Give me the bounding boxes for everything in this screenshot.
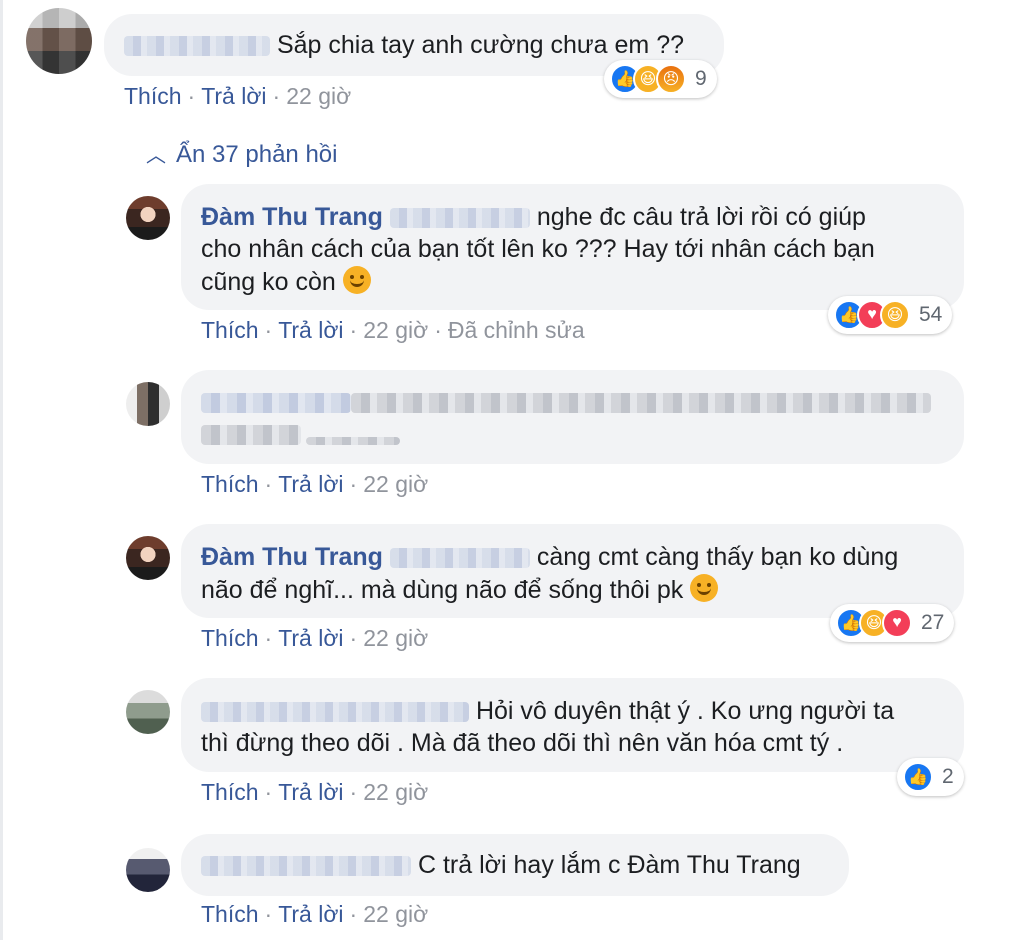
like-link[interactable]: Thích bbox=[201, 471, 259, 497]
comment-actions: Thích · Trả lời · 22 giờ bbox=[201, 779, 429, 805]
comment-line: Đàm Thu Trang càng cmt càng thấy bạn ko … bbox=[201, 542, 898, 573]
like-link[interactable]: Thích bbox=[201, 779, 259, 805]
comment-text: Hỏi vô duyên thật ý . Ko ưng người ta bbox=[475, 697, 895, 725]
blurred-author-name[interactable] bbox=[201, 856, 411, 877]
like-icon: 👍 bbox=[903, 762, 933, 792]
comment-line: Hỏi vô duyên thật ý . Ko ưng người ta bbox=[201, 696, 894, 727]
comment-actions: Thích · Trả lời · 22 giờ bbox=[124, 83, 352, 109]
reaction-summary[interactable]: 👍 😆 ♥ 27 bbox=[830, 604, 955, 642]
like-link[interactable]: Thích bbox=[201, 901, 259, 927]
reply-link[interactable]: Trả lời bbox=[278, 317, 343, 343]
like-link[interactable]: Thích bbox=[201, 625, 259, 651]
reaction-summary[interactable]: 👍 😆 😠 9 bbox=[604, 60, 717, 98]
comment-line: não để nghĩ... mà dùng não để sống thôi … bbox=[201, 574, 719, 606]
comment-text: C trả lời hay lắm c Đàm Thu Trang bbox=[417, 851, 801, 879]
comment-line: cũng ko còn bbox=[201, 266, 371, 298]
smiling-emoji-icon bbox=[342, 266, 371, 294]
avatar[interactable] bbox=[126, 536, 170, 580]
reaction-count: 9 bbox=[695, 67, 707, 90]
haha-icon: 😆 bbox=[880, 300, 910, 330]
comment-actions: Thích · Trả lời · 22 giờ bbox=[201, 471, 429, 497]
author-name[interactable]: Đàm Thu Trang bbox=[201, 203, 383, 231]
reaction-summary[interactable]: 👍 ♥ 😆 54 bbox=[828, 296, 953, 334]
like-link[interactable]: Thích bbox=[201, 317, 259, 343]
timestamp[interactable]: 22 giờ bbox=[363, 779, 428, 805]
edited-label[interactable]: Đã chỉnh sửa bbox=[448, 317, 585, 343]
timestamp[interactable]: 22 giờ bbox=[363, 471, 428, 497]
hide-replies-toggle[interactable]: ︿ Ẩn 37 phản hồi bbox=[146, 139, 337, 169]
love-icon: ♥ bbox=[882, 608, 912, 638]
reply-link[interactable]: Trả lời bbox=[278, 625, 343, 651]
timestamp[interactable]: 22 giờ bbox=[363, 317, 428, 343]
avatar[interactable] bbox=[126, 382, 170, 426]
comment-line: Đàm Thu Trang nghe đc câu trả lời rồi có… bbox=[201, 202, 866, 233]
blurred-author-name[interactable] bbox=[124, 36, 270, 57]
comment-text: Sắp chia tay anh cường chưa em ?? bbox=[276, 31, 684, 59]
timestamp[interactable]: 22 giờ bbox=[363, 625, 428, 651]
blurred-author-name[interactable] bbox=[201, 702, 469, 723]
angry-icon: 😠 bbox=[656, 64, 686, 94]
comment-line: cho nhân cách của bạn tốt lên ko ??? Hay… bbox=[201, 235, 875, 263]
like-link[interactable]: Thích bbox=[124, 83, 182, 109]
reaction-count: 54 bbox=[919, 303, 943, 326]
reply-link[interactable]: Trả lời bbox=[278, 779, 343, 805]
reply-link[interactable]: Trả lời bbox=[201, 83, 266, 109]
blurred-comment-text bbox=[201, 425, 301, 445]
blurred-author-name[interactable] bbox=[201, 393, 351, 413]
comment-actions: Thích · Trả lời · 22 giờ · Đã chỉnh sửa bbox=[201, 317, 585, 343]
comment-text: nghe đc câu trả lời rồi có giúp bbox=[536, 203, 866, 231]
comment-line: C trả lời hay lắm c Đàm Thu Trang bbox=[201, 850, 801, 881]
avatar[interactable] bbox=[126, 690, 170, 734]
comment-actions: Thích · Trả lời · 22 giờ bbox=[201, 901, 429, 927]
comment-text: càng cmt càng thấy bạn ko dùng bbox=[536, 543, 899, 571]
reply-link[interactable]: Trả lời bbox=[278, 901, 343, 927]
reaction-count: 27 bbox=[921, 611, 945, 634]
comment-actions: Thích · Trả lời · 22 giờ bbox=[201, 625, 429, 651]
reply-link[interactable]: Trả lời bbox=[278, 471, 343, 497]
timestamp[interactable]: 22 giờ bbox=[286, 83, 351, 109]
comment-line: thì đừng theo dõi . Mà đã theo dõi thì n… bbox=[201, 729, 844, 757]
avatar[interactable] bbox=[26, 8, 92, 74]
thread-rule bbox=[0, 0, 3, 940]
reaction-count: 2 bbox=[942, 765, 954, 788]
author-name[interactable]: Đàm Thu Trang bbox=[201, 543, 383, 571]
blurred-comment-text bbox=[351, 393, 931, 413]
blurred-tagged-name[interactable] bbox=[389, 548, 530, 569]
blurred-tagged-name[interactable] bbox=[389, 208, 530, 229]
avatar[interactable] bbox=[126, 196, 170, 240]
smiling-emoji-icon bbox=[690, 574, 719, 602]
reaction-summary[interactable]: 👍 2 bbox=[897, 758, 964, 796]
comment-bubble bbox=[181, 370, 964, 464]
comment-text-row: Sắp chia tay anh cường chưa em ?? bbox=[124, 30, 684, 61]
avatar[interactable] bbox=[126, 848, 170, 892]
timestamp[interactable]: 22 giờ bbox=[363, 901, 428, 927]
hide-replies-label: Ẩn 37 phản hồi bbox=[176, 141, 338, 168]
chevron-up-icon: ︿ bbox=[146, 145, 166, 167]
blurred-comment-text bbox=[306, 437, 400, 445]
